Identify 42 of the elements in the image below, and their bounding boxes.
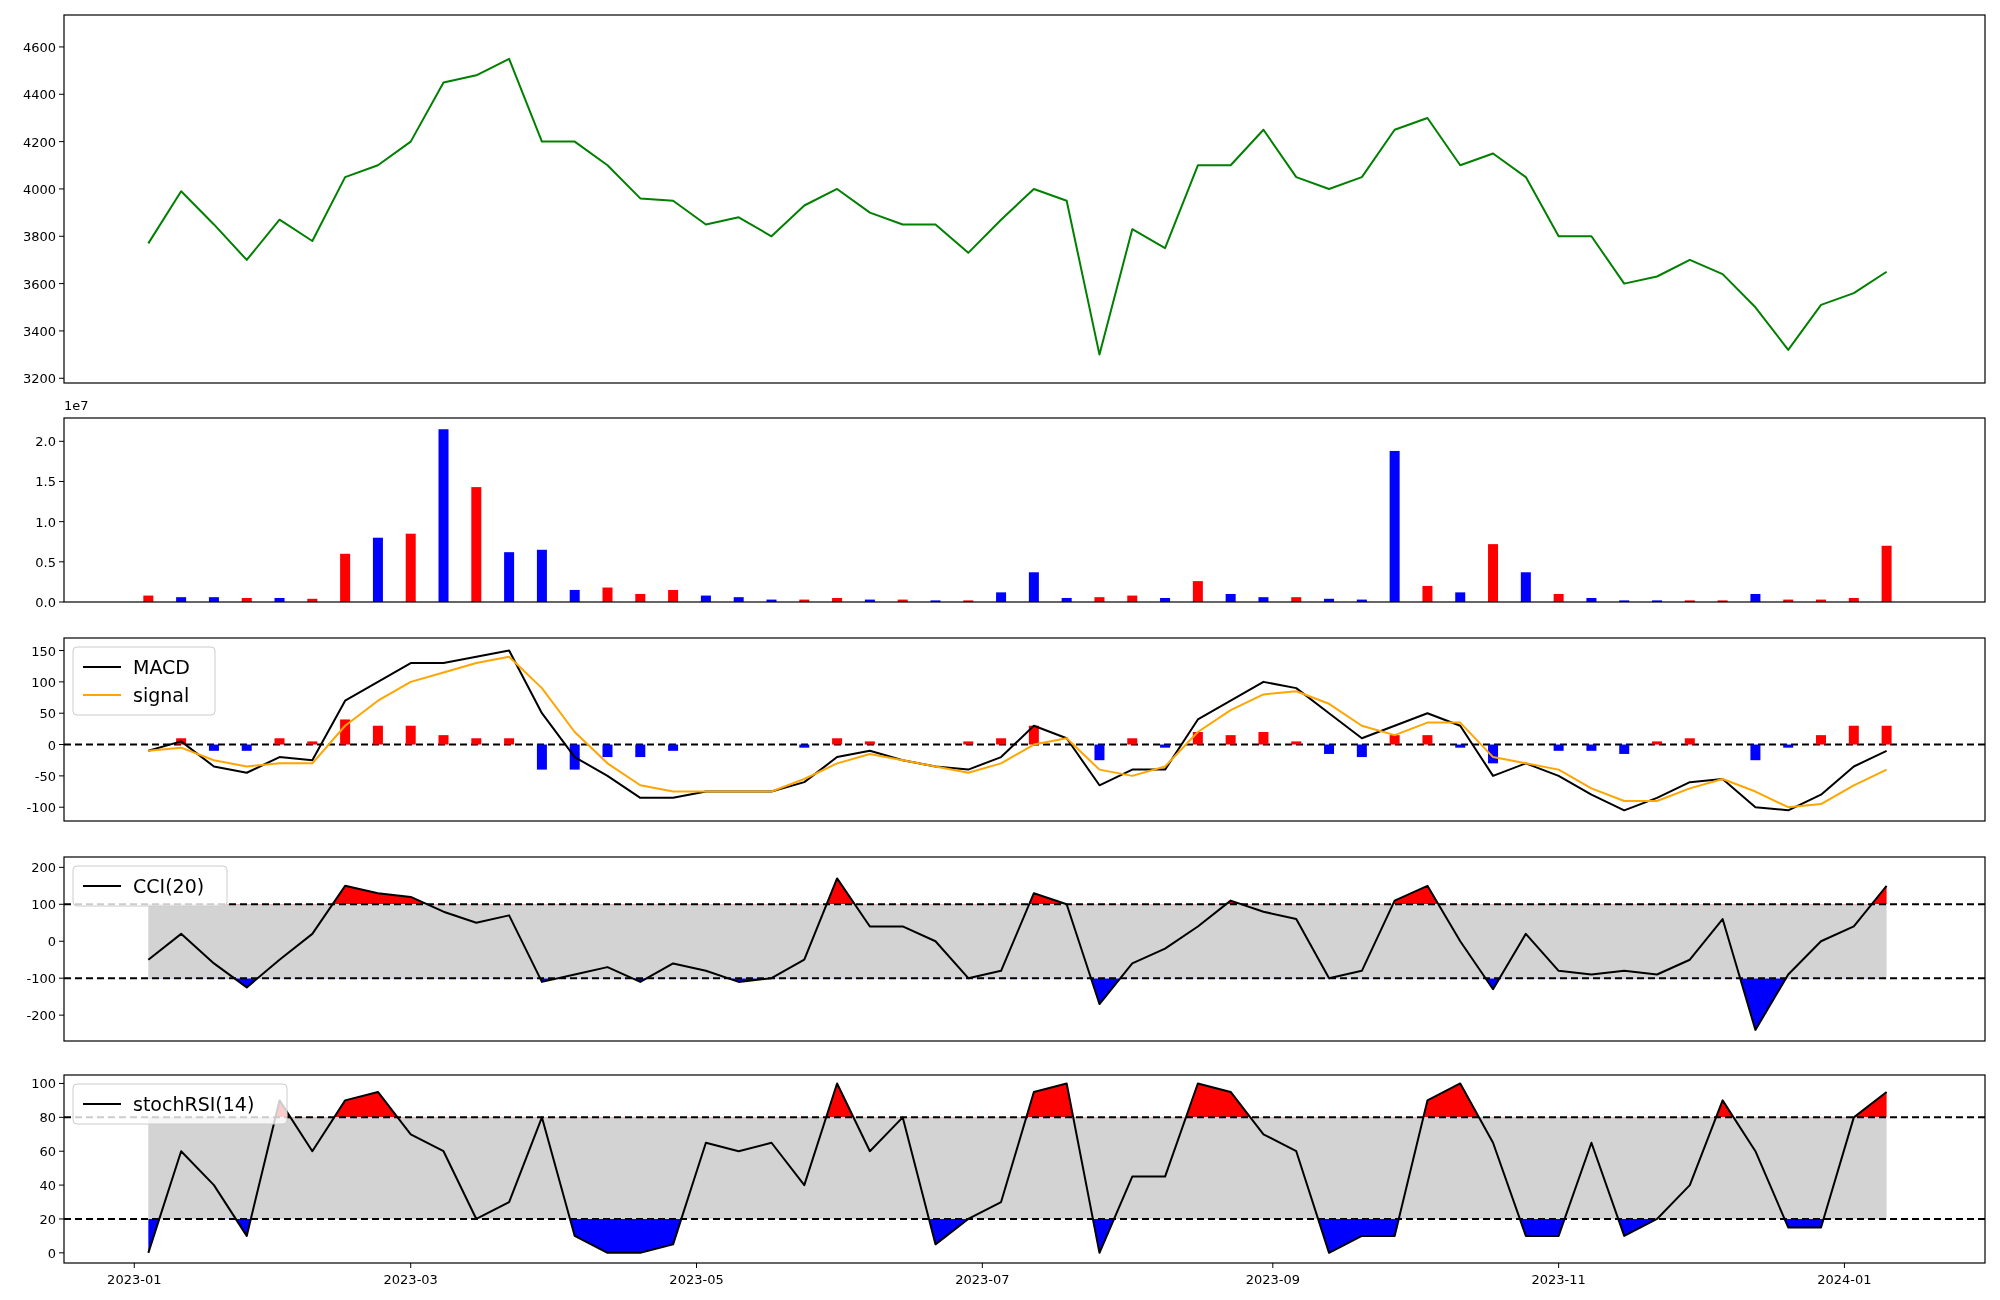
y-tick-label: 3400	[22, 323, 56, 339]
y-tick-label: 40	[39, 1178, 56, 1194]
y-tick-label: 4400	[22, 87, 56, 103]
y-tick-label: 3800	[22, 229, 56, 245]
y-tick-label: 0	[47, 737, 56, 753]
x-tick-label: 2023-11	[1531, 1272, 1586, 1287]
y-tick-label: 4600	[22, 39, 56, 55]
y-tick-label: 100	[31, 674, 56, 690]
y-tick-label: 0.0	[35, 595, 56, 610]
y-tick-label: 1.5	[35, 474, 56, 490]
y-tick-label: 150	[31, 643, 56, 659]
y-tick-label: 20	[39, 1211, 56, 1227]
y-tick-label: 3600	[22, 276, 56, 292]
x-tick-label: 2024-01	[1817, 1272, 1872, 1287]
y-tick-label: 60	[39, 1144, 56, 1160]
y-tick-label: 200	[31, 860, 56, 876]
y-tick-label: 4000	[22, 181, 56, 197]
y-tick-label: 2.0	[35, 434, 56, 450]
y-tick-label: 1.0	[35, 514, 56, 530]
legend-label: MACD	[133, 656, 190, 678]
y-tick-label: 80	[39, 1110, 56, 1126]
y-tick-label: -100	[26, 800, 56, 816]
y-tick-label: -200	[26, 1008, 56, 1024]
y-tick-label: 50	[39, 706, 56, 722]
y-tick-label: 0	[47, 1245, 56, 1261]
legend-label: CCI(20)	[133, 875, 205, 897]
y-tick-label: 0	[47, 934, 56, 950]
x-tick-label: 2023-07	[955, 1272, 1010, 1287]
y-tick-label: 0.5	[35, 554, 56, 570]
axis-offset-label: 1e7	[64, 400, 89, 413]
legend-label: stochRSI(14)	[133, 1093, 255, 1115]
x-tick-label: 2023-05	[669, 1272, 724, 1287]
x-tick-label: 2023-03	[383, 1272, 438, 1287]
x-tick-label: 2023-01	[107, 1272, 162, 1287]
x-tick-label: 2023-09	[1245, 1272, 1300, 1287]
legend-label: signal	[133, 684, 190, 706]
y-tick-label: 3200	[22, 371, 56, 387]
y-tick-label: 100	[31, 897, 56, 913]
y-tick-label: 100	[31, 1076, 56, 1092]
y-tick-label: -100	[26, 971, 56, 987]
y-tick-label: 4200	[22, 134, 56, 150]
y-tick-label: -50	[34, 768, 56, 784]
